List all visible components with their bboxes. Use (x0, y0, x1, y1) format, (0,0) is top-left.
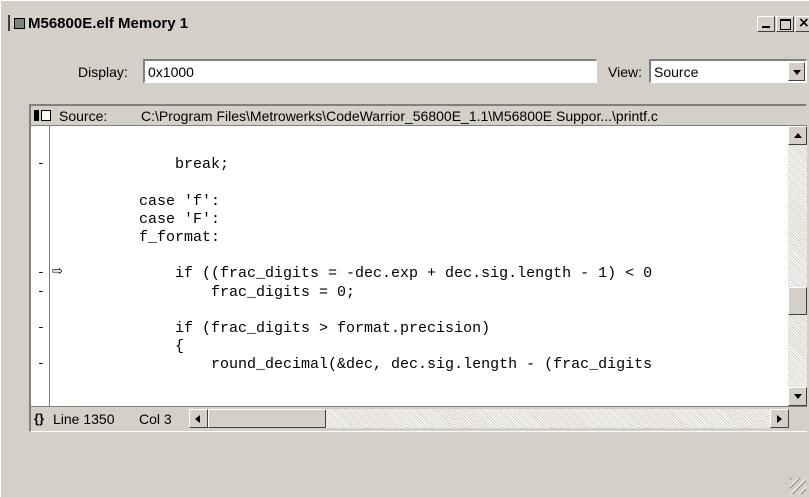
breakpoint-marker[interactable]: - (37, 156, 45, 171)
breakpoint-marker[interactable]: - (37, 356, 45, 371)
vertical-scrollbar[interactable] (788, 126, 807, 406)
source-path-bar: Source: C:\Program Files\Metrowerks\Code… (31, 106, 807, 126)
scroll-down-button[interactable] (788, 387, 807, 406)
display-label: Display: (78, 64, 128, 80)
vertical-scroll-thumb[interactable] (788, 287, 807, 315)
breakpoint-marker[interactable]: - (37, 265, 45, 280)
maximize-icon (780, 19, 791, 30)
code-line[interactable]: case 'F': (67, 211, 220, 229)
horizontal-scrollbar[interactable] (189, 409, 789, 428)
close-button[interactable]: × (795, 15, 809, 32)
view-select[interactable]: Source (649, 59, 807, 83)
minimize-icon (762, 26, 770, 28)
code-line[interactable]: break; (67, 156, 229, 174)
code-line[interactable]: case 'f': (67, 193, 220, 211)
close-icon: × (798, 15, 809, 31)
window-title: M56800E.elf Memory 1 (28, 15, 189, 32)
line-number: Line 1350 (53, 411, 115, 427)
code-line[interactable]: frac_digits = 0; (67, 284, 355, 302)
source-file-icon[interactable] (41, 110, 51, 121)
arrow-right-icon (777, 415, 782, 423)
source-file-path: C:\Program Files\Metrowerks\CodeWarrior_… (141, 108, 658, 124)
scroll-left-button[interactable] (189, 409, 208, 428)
arrow-down-icon (794, 394, 802, 399)
window-icon (14, 18, 25, 29)
function-popup-icon[interactable]: {} (34, 411, 44, 426)
breakpoint-marker[interactable]: - (37, 284, 45, 299)
view-selected-value: Source (654, 64, 699, 80)
source-code-view[interactable]: - break; case 'f': case 'F': f_format: - ⇨… (31, 126, 788, 406)
arrow-left-icon (195, 415, 200, 423)
resize-grip-icon[interactable] (790, 478, 806, 494)
scroll-right-button[interactable] (770, 409, 789, 428)
current-line-arrow-icon: ⇨ (52, 264, 63, 280)
source-label: Source: (59, 108, 108, 124)
memory-window: M56800E.elf Memory 1 × Display: 0x1000 V… (0, 0, 809, 497)
source-panel: Source: C:\Program Files\Metrowerks\Code… (29, 104, 807, 432)
view-dropdown-button[interactable] (788, 62, 805, 81)
code-line[interactable]: f_format: (67, 229, 220, 247)
breakpoint-marker[interactable]: - (37, 320, 45, 335)
title-bar[interactable]: M56800E.elf Memory 1 × (2, 7, 809, 39)
view-label: View: (608, 64, 642, 80)
code-line[interactable]: if ((frac_digits = -dec.exp + dec.sig.le… (67, 265, 652, 283)
source-options-icon[interactable] (34, 110, 39, 121)
horizontal-scroll-thumb[interactable] (208, 409, 326, 428)
scroll-up-button[interactable] (788, 126, 807, 145)
chevron-down-icon (793, 70, 801, 75)
column-number: Col 3 (139, 411, 172, 427)
arrow-up-icon (794, 133, 802, 138)
minimize-button[interactable] (757, 16, 775, 32)
vertical-scroll-track[interactable] (788, 145, 807, 387)
status-bar: {} Line 1350 Col 3 (31, 406, 807, 431)
code-line[interactable]: { (67, 338, 184, 356)
display-address-input[interactable]: 0x1000 (143, 59, 597, 83)
code-line[interactable]: round_decimal(&dec, dec.sig.length - (fr… (67, 356, 652, 374)
maximize-button[interactable] (776, 16, 794, 32)
code-line[interactable]: if (frac_digits > format.precision) (67, 320, 490, 338)
